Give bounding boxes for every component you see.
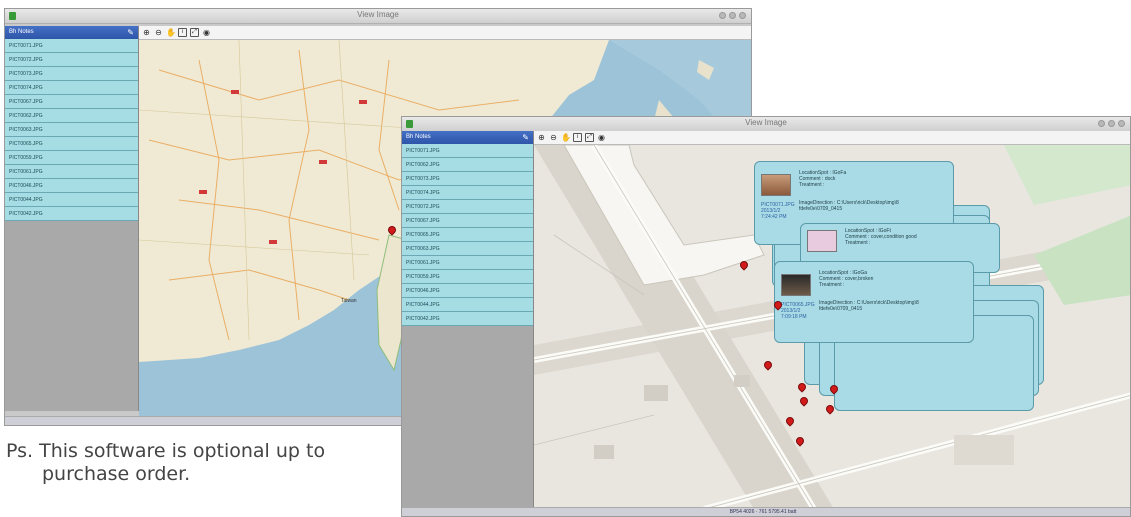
window-title: View Image: [745, 118, 787, 127]
file-list-item[interactable]: PICT0071.JPG: [5, 39, 138, 53]
file-list-item[interactable]: PICT0062.JPG: [402, 158, 533, 172]
file-list-item[interactable]: PICT0059.JPG: [402, 270, 533, 284]
file-list-item[interactable]: PICT0073.JPG: [402, 172, 533, 186]
file-list-item[interactable]: PICT0044.JPG: [402, 298, 533, 312]
file-list-item[interactable]: PICT0046.JPG: [402, 284, 533, 298]
front-window: View Image Bh Notes ✎ PICT0071.JPG PICT00…: [401, 116, 1131, 517]
back-window-titlebar[interactable]: View Image: [5, 9, 751, 24]
file-list: PICT0071.JPG PICT0062.JPG PICT0073.JPG PICT…: [402, 144, 533, 326]
maximize-button[interactable]: [1108, 120, 1115, 127]
file-list-item[interactable]: PICT0073.JPG: [5, 67, 138, 81]
file-list-header-label: Bh Notes: [9, 29, 34, 35]
map-view-street[interactable]: LocationSpot : IGoFa Comment : dock Trea…: [534, 145, 1130, 507]
purchase-note-line2: purchase order.: [42, 463, 191, 485]
file-list-item[interactable]: PICT0072.JPG: [5, 53, 138, 67]
map-toolbar: ⊕ ⊖ ✋ i ⤢ ◉: [534, 131, 1130, 145]
file-list-header: Bh Notes ✎: [402, 131, 533, 144]
file-list-item[interactable]: PICT0042.JPG: [402, 312, 533, 326]
info-icon[interactable]: i: [178, 28, 187, 37]
close-button[interactable]: [1118, 120, 1125, 127]
file-list-item[interactable]: PICT0059.JPG: [5, 151, 138, 165]
file-list-header: Bh Notes ✎: [5, 26, 138, 39]
fit-icon[interactable]: ⤢: [190, 28, 199, 37]
pan-hand-icon[interactable]: ✋: [166, 28, 176, 37]
minimize-button[interactable]: [719, 12, 726, 19]
file-list-item[interactable]: PICT0067.JPG: [402, 214, 533, 228]
file-list-item[interactable]: PICT0061.JPG: [402, 256, 533, 270]
window-controls: [719, 12, 746, 19]
callout-filename[interactable]: PICT0065.JPG 2013/1/2 7:09:18 PM: [781, 302, 815, 320]
callout-info: LocationSpot : IGoFt Comment : cover,con…: [845, 228, 917, 246]
file-list-item[interactable]: PICT0065.JPG: [402, 228, 533, 242]
callout-path: ImageDirection : C:\Users\rick\Desktop\i…: [799, 200, 899, 212]
file-list-item[interactable]: PICT0062.JPG: [5, 109, 138, 123]
photo-thumbnail: [781, 274, 811, 296]
file-list-item[interactable]: PICT0042.JPG: [5, 207, 138, 221]
zoom-out-icon[interactable]: ⊖: [549, 133, 558, 142]
map-toolbar: ⊕ ⊖ ✋ i ⤢ ◉: [139, 26, 751, 40]
window-controls: [1098, 120, 1125, 127]
window-title: View Image: [357, 10, 399, 19]
file-list-item[interactable]: PICT0074.JPG: [5, 81, 138, 95]
zoom-in-icon[interactable]: ⊕: [142, 28, 151, 37]
callout-info: LocationSpot : IGoFa Comment : dock Trea…: [799, 170, 847, 188]
callout-filename[interactable]: PICT0071.JPG 2013/1/2 7:24:42 PM: [761, 202, 795, 220]
file-list-item[interactable]: PICT0044.JPG: [5, 193, 138, 207]
file-list-item[interactable]: PICT0072.JPG: [402, 200, 533, 214]
zoom-out-icon[interactable]: ⊖: [154, 28, 163, 37]
file-list-panel: Bh Notes ✎ PICT0071.JPG PICT0062.JPG PICT0…: [402, 131, 534, 509]
globe-icon[interactable]: ◉: [597, 133, 606, 142]
file-list-item[interactable]: PICT0074.JPG: [402, 186, 533, 200]
purchase-note-line1: Ps. This software is optional up to: [6, 440, 326, 462]
file-list-panel: Bh Notes ✎ PICT0071.JPG PICT0072.JPG PICT0…: [5, 26, 139, 411]
file-list-item[interactable]: PICT0065.JPG: [5, 137, 138, 151]
file-list-item[interactable]: PICT0061.JPG: [5, 165, 138, 179]
zoom-in-icon[interactable]: ⊕: [537, 133, 546, 142]
front-window-titlebar[interactable]: View Image: [402, 117, 1130, 132]
pin-icon[interactable]: ✎: [127, 28, 134, 37]
globe-icon[interactable]: ◉: [202, 28, 211, 37]
photo-thumbnail: [807, 230, 837, 252]
file-list: PICT0071.JPG PICT0072.JPG PICT0073.JPG PICT…: [5, 39, 138, 221]
map-label-taiwan: Taiwan: [341, 298, 357, 304]
photo-callout[interactable]: LocationSpot : IGoGa Comment : cover,bro…: [774, 261, 974, 343]
file-list-item[interactable]: PICT0071.JPG: [402, 144, 533, 158]
file-list-item[interactable]: PICT0063.JPG: [5, 123, 138, 137]
photo-thumbnail: [761, 174, 791, 196]
file-list-item[interactable]: PICT0067.JPG: [5, 95, 138, 109]
status-bar: BP54 4026 · 761 5795.41 batt: [402, 507, 1130, 516]
callout-path: ImageDirection : C:\Users\rick\Desktop\i…: [819, 300, 919, 312]
purchase-note: Ps. This software is optional up to purc…: [6, 440, 325, 486]
file-list-header-label: Bh Notes: [406, 134, 431, 140]
maximize-button[interactable]: [729, 12, 736, 19]
pin-icon[interactable]: ✎: [522, 133, 529, 142]
close-button[interactable]: [739, 12, 746, 19]
callout-info: LocationSpot : IGoGa Comment : cover,bro…: [819, 270, 874, 288]
file-list-item[interactable]: PICT0063.JPG: [402, 242, 533, 256]
file-list-item[interactable]: PICT0046.JPG: [5, 179, 138, 193]
fit-icon[interactable]: ⤢: [585, 133, 594, 142]
pan-hand-icon[interactable]: ✋: [561, 133, 571, 142]
info-icon[interactable]: i: [573, 133, 582, 142]
minimize-button[interactable]: [1098, 120, 1105, 127]
